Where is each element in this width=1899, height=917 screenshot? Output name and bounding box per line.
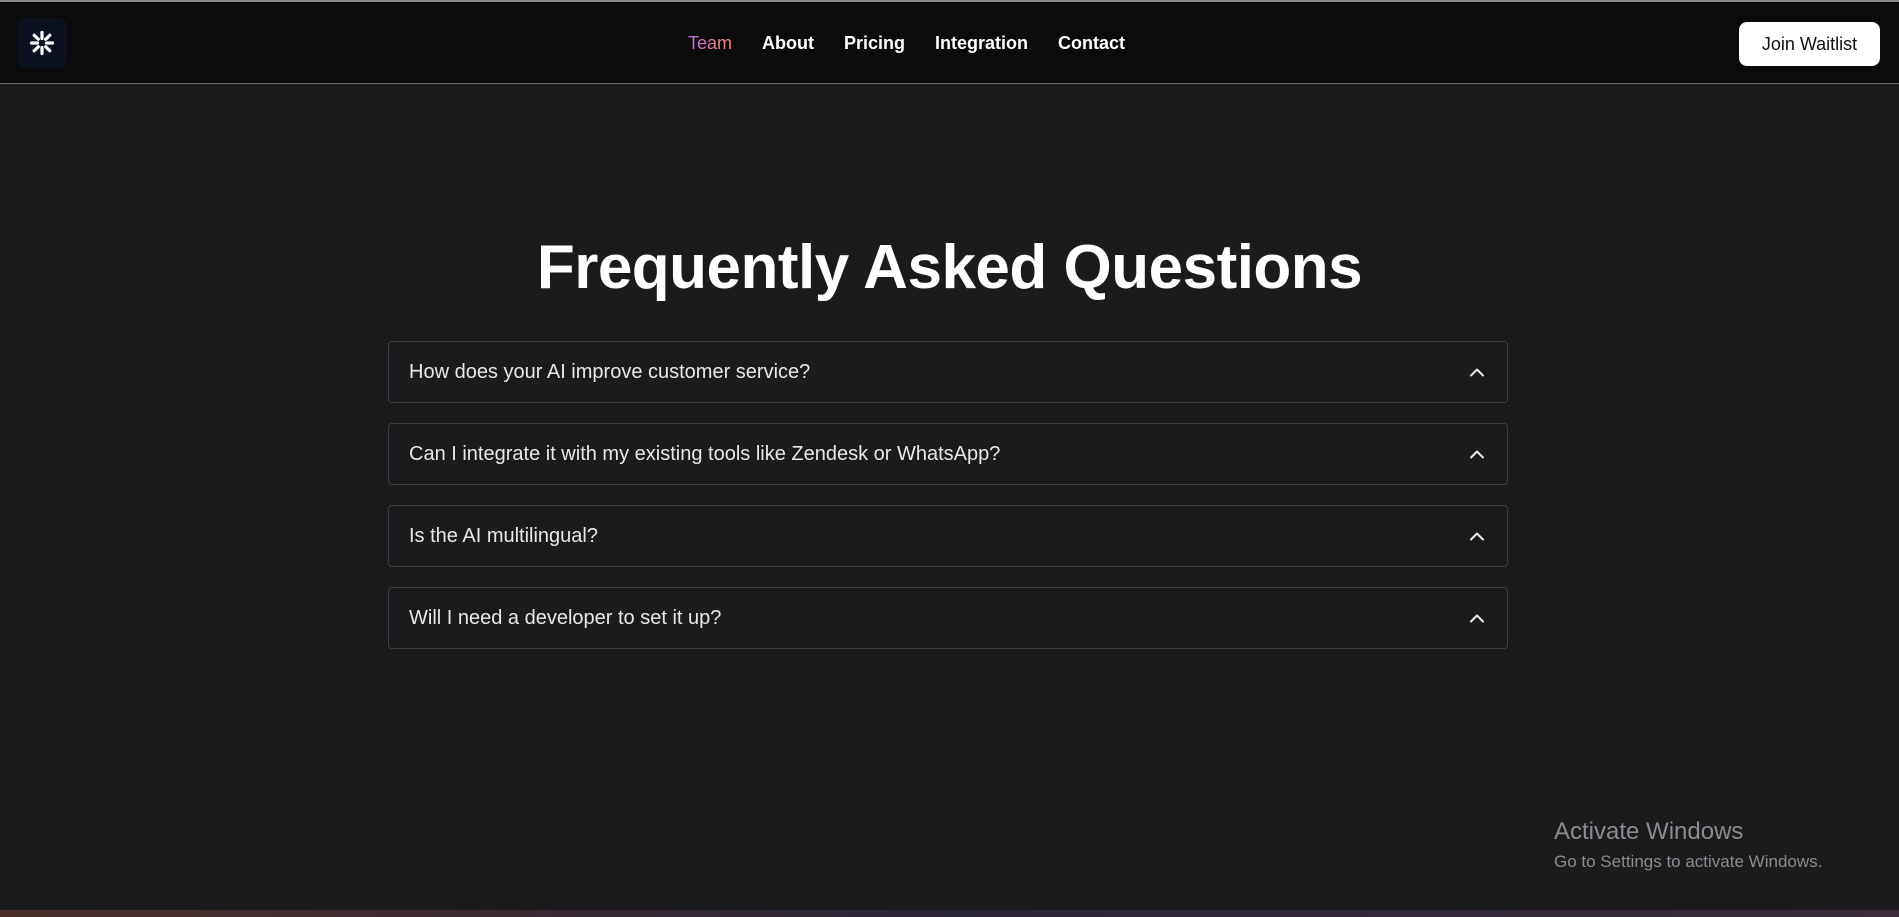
logo[interactable] <box>17 18 67 68</box>
sparkle-burst-icon <box>29 30 55 56</box>
faq-item[interactable]: Can I integrate it with my existing tool… <box>388 423 1508 485</box>
chevron-up-icon <box>1467 526 1487 546</box>
activate-windows-watermark: Activate Windows Go to Settings to activ… <box>1554 818 1822 872</box>
faq-question: Can I integrate it with my existing tool… <box>409 442 1001 465</box>
faq-question: Is the AI multilingual? <box>409 524 598 547</box>
chevron-up-icon <box>1467 444 1487 464</box>
bottom-gradient-strip <box>0 910 1899 917</box>
faq-title: Frequently Asked Questions <box>536 233 1363 302</box>
nav-link-team[interactable]: Team <box>688 33 732 54</box>
nav-link-about[interactable]: About <box>762 33 814 54</box>
navbar: Team About Pricing Integration Contact J… <box>0 2 1899 84</box>
chevron-up-icon <box>1467 608 1487 628</box>
nav-link-integration[interactable]: Integration <box>935 33 1028 54</box>
nav-link-contact[interactable]: Contact <box>1058 33 1125 54</box>
faq-item[interactable]: Will I need a developer to set it up? <box>388 587 1508 649</box>
faq-question: Will I need a developer to set it up? <box>409 606 722 629</box>
watermark-title: Activate Windows <box>1554 818 1744 845</box>
nav-links: Team About Pricing Integration Contact <box>688 2 1125 84</box>
watermark-subtitle: Go to Settings to activate Windows. <box>1554 852 1823 871</box>
chevron-up-icon <box>1467 362 1487 382</box>
faq-list: How does your AI improve customer servic… <box>388 341 1508 669</box>
faq-item[interactable]: Is the AI multilingual? <box>388 505 1508 567</box>
join-waitlist-button[interactable]: Join Waitlist <box>1739 22 1880 66</box>
faq-item[interactable]: How does your AI improve customer servic… <box>388 341 1508 403</box>
faq-question: How does your AI improve customer servic… <box>409 360 811 383</box>
nav-link-pricing[interactable]: Pricing <box>844 33 905 54</box>
